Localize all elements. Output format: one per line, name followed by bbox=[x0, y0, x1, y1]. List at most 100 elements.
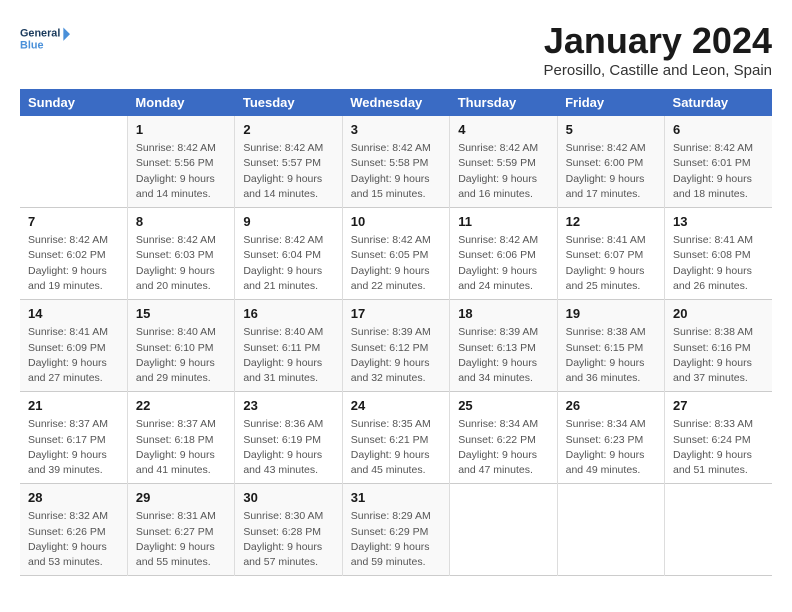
calendar-cell-3-2: 15Sunrise: 8:40 AM Sunset: 6:10 PM Dayli… bbox=[127, 300, 234, 392]
day-number: 24 bbox=[351, 397, 441, 415]
day-info: Sunrise: 8:42 AM Sunset: 5:59 PM Dayligh… bbox=[458, 141, 548, 202]
day-info: Sunrise: 8:42 AM Sunset: 6:03 PM Dayligh… bbox=[136, 233, 226, 294]
day-info: Sunrise: 8:39 AM Sunset: 6:12 PM Dayligh… bbox=[351, 325, 441, 386]
page-header: General Blue January 2024 Perosillo, Cas… bbox=[20, 20, 772, 79]
month-title: January 2024 bbox=[544, 20, 772, 62]
day-number: 14 bbox=[28, 305, 119, 323]
day-info: Sunrise: 8:42 AM Sunset: 6:01 PM Dayligh… bbox=[673, 141, 764, 202]
day-info: Sunrise: 8:35 AM Sunset: 6:21 PM Dayligh… bbox=[351, 417, 441, 478]
day-number: 17 bbox=[351, 305, 441, 323]
calendar-cell-3-5: 18Sunrise: 8:39 AM Sunset: 6:13 PM Dayli… bbox=[450, 300, 557, 392]
weekday-header-row: SundayMondayTuesdayWednesdayThursdayFrid… bbox=[20, 89, 772, 116]
day-info: Sunrise: 8:42 AM Sunset: 5:56 PM Dayligh… bbox=[136, 141, 226, 202]
logo: General Blue bbox=[20, 20, 70, 60]
day-number: 8 bbox=[136, 213, 226, 231]
day-info: Sunrise: 8:29 AM Sunset: 6:29 PM Dayligh… bbox=[351, 509, 441, 570]
day-info: Sunrise: 8:33 AM Sunset: 6:24 PM Dayligh… bbox=[673, 417, 764, 478]
day-info: Sunrise: 8:41 AM Sunset: 6:07 PM Dayligh… bbox=[566, 233, 656, 294]
calendar-cell-2-7: 13Sunrise: 8:41 AM Sunset: 6:08 PM Dayli… bbox=[665, 208, 772, 300]
calendar-cell-5-1: 28Sunrise: 8:32 AM Sunset: 6:26 PM Dayli… bbox=[20, 484, 127, 576]
day-number: 6 bbox=[673, 121, 764, 139]
calendar-cell-4-6: 26 Sunrise: 8:34 AM Sunset: 6:23 PM Dayli… bbox=[557, 392, 664, 484]
day-info: Sunrise: 8:34 AM Sunset: 6:22 PM Dayligh… bbox=[458, 417, 548, 478]
calendar-cell-2-4: 10 Sunrise: 8:42 AM Sunset: 6:05 PM Dayli… bbox=[342, 208, 449, 300]
calendar-cell-1-4: 3 Sunrise: 8:42 AM Sunset: 5:58 PM Daylig… bbox=[342, 116, 449, 208]
day-number: 12 bbox=[566, 213, 656, 231]
day-number: 28 bbox=[28, 489, 119, 507]
day-info: Sunrise: 8:42 AM Sunset: 6:04 PM Dayligh… bbox=[243, 233, 333, 294]
calendar-cell-5-5 bbox=[450, 484, 557, 576]
calendar-cell-5-4: 31 Sunrise: 8:29 AM Sunset: 6:29 PM Dayli… bbox=[342, 484, 449, 576]
svg-text:Blue: Blue bbox=[20, 39, 43, 51]
day-info: Sunrise: 8:36 AM Sunset: 6:19 PM Dayligh… bbox=[243, 417, 333, 478]
calendar-cell-2-3: 9 Sunrise: 8:42 AM Sunset: 6:04 PM Daylig… bbox=[235, 208, 342, 300]
calendar-cell-3-7: 20Sunrise: 8:38 AM Sunset: 6:16 PM Dayli… bbox=[665, 300, 772, 392]
day-number: 31 bbox=[351, 489, 441, 507]
calendar-week-row-1: 1 Sunrise: 8:42 AM Sunset: 5:56 PM Daylig… bbox=[20, 116, 772, 208]
day-number: 9 bbox=[243, 213, 333, 231]
day-info: Sunrise: 8:42 AM Sunset: 6:02 PM Dayligh… bbox=[28, 233, 119, 294]
day-number: 7 bbox=[28, 213, 119, 231]
calendar-cell-2-2: 8 Sunrise: 8:42 AM Sunset: 6:03 PM Daylig… bbox=[127, 208, 234, 300]
calendar-cell-4-4: 24 Sunrise: 8:35 AM Sunset: 6:21 PM Dayli… bbox=[342, 392, 449, 484]
calendar-cell-4-3: 23 Sunrise: 8:36 AM Sunset: 6:19 PM Dayli… bbox=[235, 392, 342, 484]
day-number: 1 bbox=[136, 121, 226, 139]
day-info: Sunrise: 8:42 AM Sunset: 5:58 PM Dayligh… bbox=[351, 141, 441, 202]
calendar-cell-1-7: 6 Sunrise: 8:42 AM Sunset: 6:01 PM Daylig… bbox=[665, 116, 772, 208]
day-number: 27 bbox=[673, 397, 764, 415]
calendar-cell-5-7 bbox=[665, 484, 772, 576]
generalblue-logo-icon: General Blue bbox=[20, 20, 70, 60]
calendar-cell-3-6: 19Sunrise: 8:38 AM Sunset: 6:15 PM Dayli… bbox=[557, 300, 664, 392]
calendar-cell-1-3: 2 Sunrise: 8:42 AM Sunset: 5:57 PM Daylig… bbox=[235, 116, 342, 208]
day-info: Sunrise: 8:41 AM Sunset: 6:09 PM Dayligh… bbox=[28, 325, 119, 386]
day-number: 23 bbox=[243, 397, 333, 415]
day-number: 15 bbox=[136, 305, 226, 323]
calendar-cell-1-1 bbox=[20, 116, 127, 208]
calendar-cell-4-1: 21 Sunrise: 8:37 AM Sunset: 6:17 PM Dayli… bbox=[20, 392, 127, 484]
day-number: 21 bbox=[28, 397, 119, 415]
day-number: 5 bbox=[566, 121, 656, 139]
day-number: 25 bbox=[458, 397, 548, 415]
day-info: Sunrise: 8:37 AM Sunset: 6:18 PM Dayligh… bbox=[136, 417, 226, 478]
day-number: 4 bbox=[458, 121, 548, 139]
day-info: Sunrise: 8:42 AM Sunset: 5:57 PM Dayligh… bbox=[243, 141, 333, 202]
day-number: 2 bbox=[243, 121, 333, 139]
calendar-cell-5-6 bbox=[557, 484, 664, 576]
day-number: 26 bbox=[566, 397, 656, 415]
day-number: 13 bbox=[673, 213, 764, 231]
calendar-week-row-3: 14 Sunrise: 8:41 AM Sunset: 6:09 PM Dayli… bbox=[20, 300, 772, 392]
calendar-week-row-2: 7 Sunrise: 8:42 AM Sunset: 6:02 PM Daylig… bbox=[20, 208, 772, 300]
calendar-cell-4-2: 22 Sunrise: 8:37 AM Sunset: 6:18 PM Dayli… bbox=[127, 392, 234, 484]
day-number: 18 bbox=[458, 305, 548, 323]
day-number: 10 bbox=[351, 213, 441, 231]
day-number: 3 bbox=[351, 121, 441, 139]
day-info: Sunrise: 8:37 AM Sunset: 6:17 PM Dayligh… bbox=[28, 417, 119, 478]
calendar-cell-1-2: 1 Sunrise: 8:42 AM Sunset: 5:56 PM Daylig… bbox=[127, 116, 234, 208]
day-number: 11 bbox=[458, 213, 548, 231]
day-info: Sunrise: 8:34 AM Sunset: 6:23 PM Dayligh… bbox=[566, 417, 656, 478]
day-info: Sunrise: 8:42 AM Sunset: 6:00 PM Dayligh… bbox=[566, 141, 656, 202]
day-number: 20 bbox=[673, 305, 764, 323]
calendar-table: SundayMondayTuesdayWednesdayThursdayFrid… bbox=[20, 89, 772, 576]
day-info: Sunrise: 8:38 AM Sunset: 6:15 PM Dayligh… bbox=[566, 325, 656, 386]
weekday-header-thursday: Thursday bbox=[450, 89, 557, 116]
calendar-cell-1-6: 5 Sunrise: 8:42 AM Sunset: 6:00 PM Daylig… bbox=[557, 116, 664, 208]
calendar-cell-4-7: 27 Sunrise: 8:33 AM Sunset: 6:24 PM Dayli… bbox=[665, 392, 772, 484]
calendar-cell-2-1: 7 Sunrise: 8:42 AM Sunset: 6:02 PM Daylig… bbox=[20, 208, 127, 300]
calendar-cell-2-5: 11 Sunrise: 8:42 AM Sunset: 6:06 PM Dayli… bbox=[450, 208, 557, 300]
day-info: Sunrise: 8:42 AM Sunset: 6:05 PM Dayligh… bbox=[351, 233, 441, 294]
day-info: Sunrise: 8:31 AM Sunset: 6:27 PM Dayligh… bbox=[136, 509, 226, 570]
day-number: 22 bbox=[136, 397, 226, 415]
weekday-header-friday: Friday bbox=[557, 89, 664, 116]
calendar-week-row-4: 21 Sunrise: 8:37 AM Sunset: 6:17 PM Dayli… bbox=[20, 392, 772, 484]
svg-text:General: General bbox=[20, 28, 60, 40]
calendar-cell-3-4: 17 Sunrise: 8:39 AM Sunset: 6:12 PM Dayli… bbox=[342, 300, 449, 392]
calendar-cell-4-5: 25 Sunrise: 8:34 AM Sunset: 6:22 PM Dayli… bbox=[450, 392, 557, 484]
calendar-week-row-5: 28Sunrise: 8:32 AM Sunset: 6:26 PM Dayli… bbox=[20, 484, 772, 576]
day-info: Sunrise: 8:30 AM Sunset: 6:28 PM Dayligh… bbox=[243, 509, 333, 570]
day-number: 16 bbox=[243, 305, 333, 323]
day-info: Sunrise: 8:42 AM Sunset: 6:06 PM Dayligh… bbox=[458, 233, 548, 294]
weekday-header-saturday: Saturday bbox=[665, 89, 772, 116]
weekday-header-wednesday: Wednesday bbox=[342, 89, 449, 116]
calendar-cell-3-3: 16Sunrise: 8:40 AM Sunset: 6:11 PM Dayli… bbox=[235, 300, 342, 392]
